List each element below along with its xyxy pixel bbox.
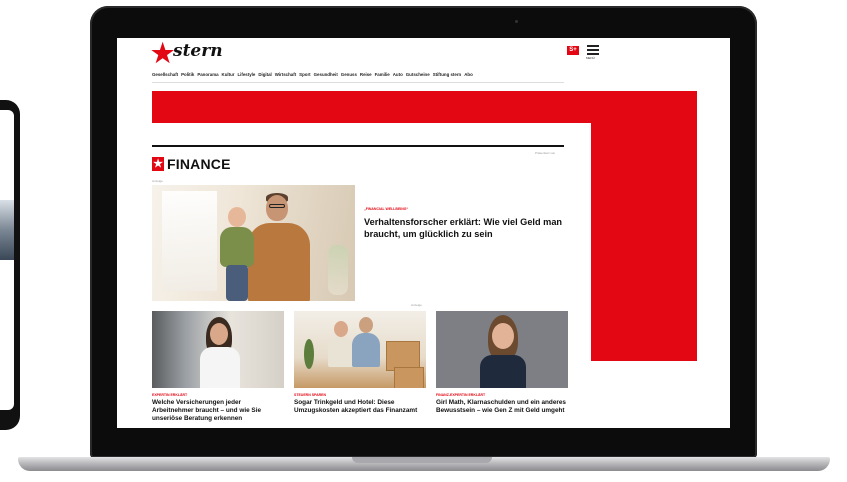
card-image[interactable]	[436, 311, 568, 388]
card-kicker: EXPERTIN ERKLÄRT	[152, 393, 188, 397]
star-icon: ★	[151, 38, 175, 68]
presented-by-label: Präsentiert von	[535, 151, 556, 155]
nav-item-abo[interactable]: Abo	[464, 71, 473, 81]
nav-divider	[152, 82, 564, 83]
menu-label: MENÜ	[586, 56, 595, 60]
ad-label: Anzeige	[411, 303, 422, 307]
card-image[interactable]	[152, 311, 284, 388]
phone-screen	[0, 110, 14, 410]
main-navigation: Gesellschaft Politik Panorama Kultur Lif…	[152, 71, 592, 81]
nav-item-gesellschaft[interactable]: Gesellschaft	[152, 71, 178, 81]
laptop-notch	[352, 457, 492, 463]
ad-banner-top[interactable]	[152, 91, 591, 123]
nav-item-politik[interactable]: Politik	[181, 71, 194, 81]
nav-item-kultur[interactable]: Kultur	[222, 71, 235, 81]
nav-item-stiftung-stern[interactable]: Stiftung stern	[433, 71, 462, 81]
ad-banner-side[interactable]	[591, 91, 697, 361]
nav-item-auto[interactable]: Auto	[393, 71, 403, 81]
nav-item-sport[interactable]: Sport	[299, 71, 310, 81]
nav-item-lifestyle[interactable]: Lifestyle	[237, 71, 255, 81]
nav-item-familie[interactable]: Familie	[375, 71, 390, 81]
stern-plus-button[interactable]: S+	[567, 46, 579, 55]
header-icons: S+ MENÜ	[567, 44, 607, 60]
nav-item-genuss[interactable]: Genuss	[341, 71, 357, 81]
child-figure	[214, 204, 262, 301]
card-headline[interactable]: Welche Versicherungen jeder Arbeitnehmer…	[152, 399, 284, 422]
nav-item-gutscheine[interactable]: Gutscheine	[406, 71, 430, 81]
stern-logo[interactable]: ★ stern	[151, 40, 241, 66]
smartphone-device	[0, 100, 20, 430]
laptop-screen: ★ stern S+ MENÜ Gesellschaft Politik Pan…	[117, 38, 730, 428]
card-image[interactable]	[294, 311, 426, 388]
plant	[328, 245, 348, 295]
nav-item-gesundheit[interactable]: Gesundheit	[314, 71, 338, 81]
nav-item-wirtschaft[interactable]: Wirtschaft	[275, 71, 296, 81]
card-kicker: FINANZ-EXPERTIN ERKLÄRT	[436, 393, 486, 397]
menu-icon[interactable]	[587, 45, 599, 56]
card-headline[interactable]: Sogar Trinkgeld und Hotel: Diese Umzugsk…	[294, 399, 426, 415]
nav-item-panorama[interactable]: Panorama	[197, 71, 218, 81]
card-kicker: STEUERN SPAREN	[294, 393, 327, 397]
section-divider	[152, 145, 564, 147]
site-header: ★ stern S+ MENÜ	[151, 38, 599, 68]
section-title: FINANCE	[167, 156, 231, 172]
ad-label: Anzeige	[152, 179, 163, 183]
phone-article-image	[0, 200, 14, 260]
star-icon: ★	[152, 157, 164, 171]
hero-kicker: „FINANCIAL WELLBEING“	[364, 207, 409, 211]
card-headline[interactable]: Girl Math, Klarnaschulden und ein andere…	[436, 399, 568, 415]
window-light	[162, 191, 217, 291]
webcam	[515, 20, 518, 23]
nav-item-digital[interactable]: Digital	[258, 71, 271, 81]
section-heading: ★ FINANCE	[152, 155, 231, 173]
hero-article-image[interactable]	[152, 185, 355, 301]
hero-headline[interactable]: Verhaltensforscher erklärt: Wie viel Gel…	[364, 217, 574, 240]
logo-text: stern	[173, 41, 223, 61]
nav-item-reise[interactable]: Reise	[360, 71, 372, 81]
